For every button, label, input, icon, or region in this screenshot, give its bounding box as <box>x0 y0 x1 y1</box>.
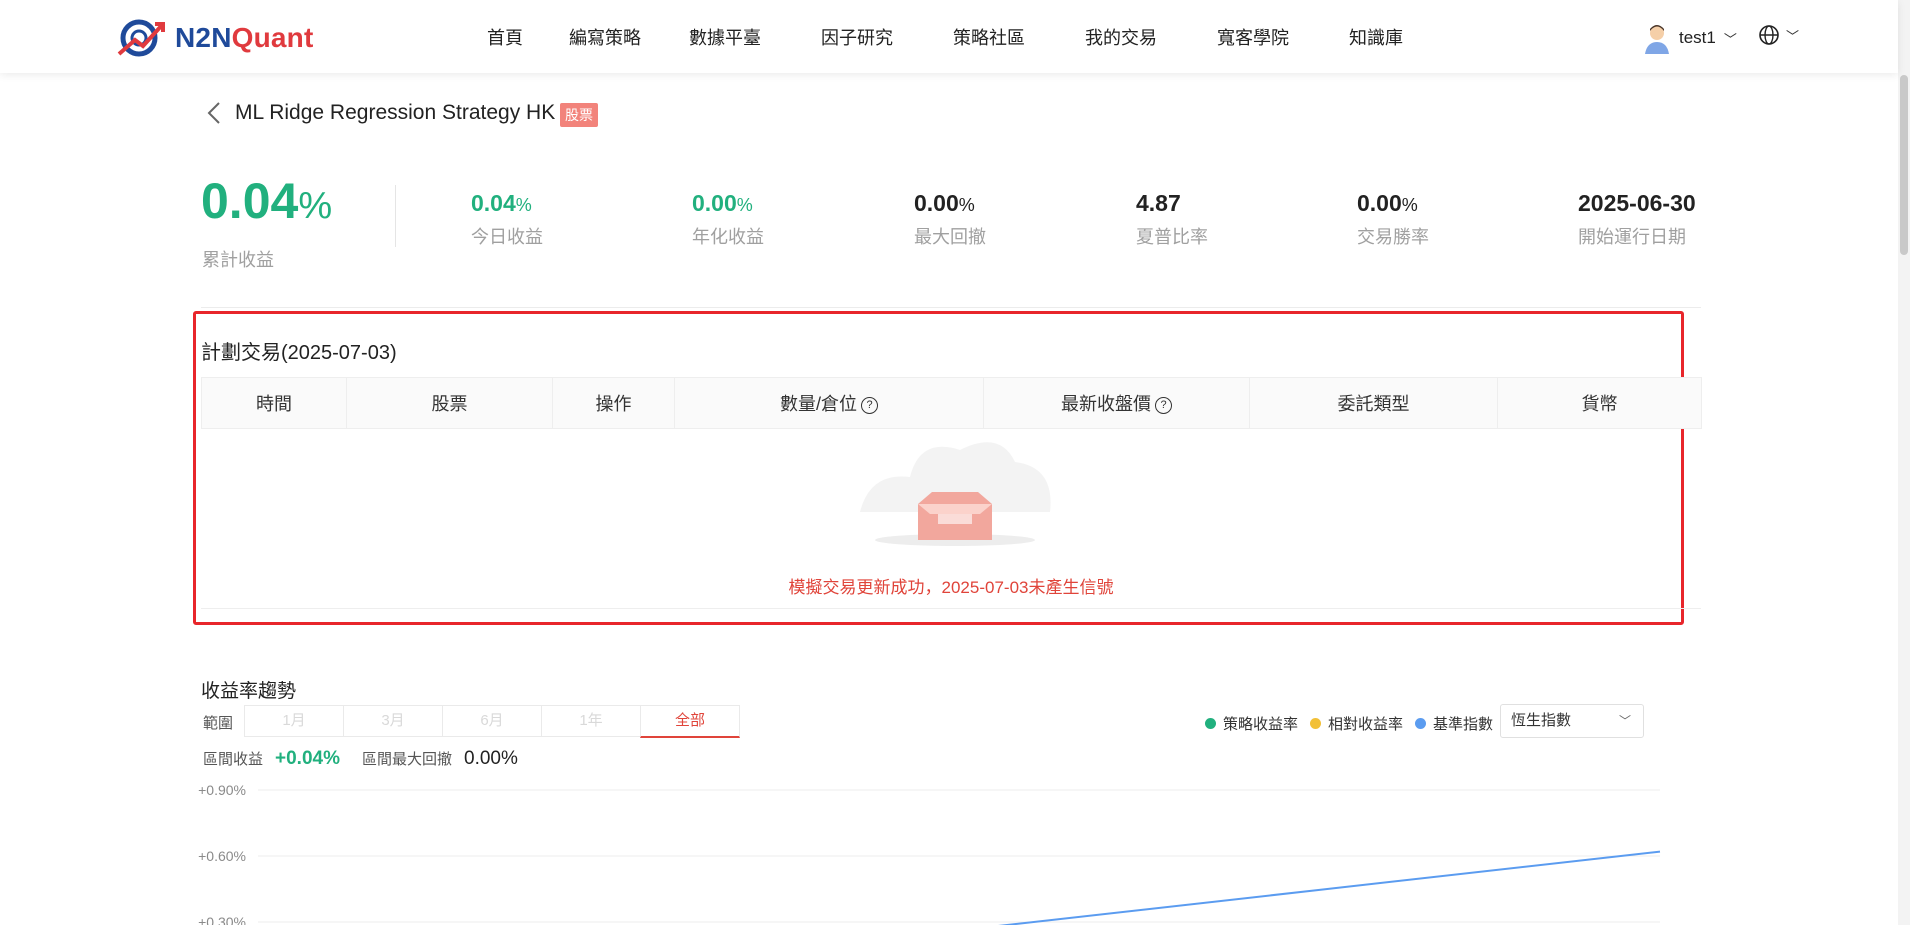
metric-today-return: 0.04% 今日收益 <box>471 190 543 249</box>
cumulative-return-unit: % <box>298 185 333 227</box>
asset-type-tag: 股票 <box>560 103 598 127</box>
metric-value: 0.00% <box>1357 190 1418 216</box>
planned-trades-table: 時間 股票 操作 數量/倉位? 最新收盤價? 委託類型 貨幣 <box>201 377 1702 429</box>
main-nav: 首頁 編寫策略 數據平臺 因子研究 策略社區 我的交易 寬客學院 知識庫 <box>487 24 1403 50</box>
col-stock: 股票 <box>346 377 553 429</box>
interval-return-label: 區間收益 <box>203 751 264 768</box>
empty-box-icon <box>860 442 1051 546</box>
logo-text: N2NQuant <box>175 22 314 54</box>
legend-strategy-return[interactable]: 策略收益率 <box>1205 713 1298 734</box>
benchmark-select[interactable]: 恆生指數 ﹀ <box>1500 704 1644 738</box>
y-tick-label: +0.60% <box>198 848 246 864</box>
col-currency: 貨幣 <box>1497 377 1702 429</box>
metric-label: 開始運行日期 <box>1578 227 1686 247</box>
empty-state-message: 模擬交易更新成功，2025-07-03未產生信號 <box>788 578 1114 597</box>
table-header-row: 時間 股票 操作 數量/倉位? 最新收盤價? 委託類型 貨幣 <box>201 377 1702 429</box>
range-tab-3m[interactable]: 3月 <box>343 705 443 737</box>
nav-my-trades[interactable]: 我的交易 <box>1085 24 1157 50</box>
legend-benchmark[interactable]: 基準指數 <box>1415 713 1493 734</box>
nav-data-platform[interactable]: 數據平臺 <box>689 24 761 50</box>
user-name: test1 <box>1679 28 1716 47</box>
logo-icon <box>117 19 165 57</box>
metric-start-date: 2025-06-30 開始運行日期 <box>1578 190 1696 249</box>
logo-text-n2n: N2N <box>175 22 232 53</box>
metric-value: 2025-06-30 <box>1578 190 1696 216</box>
metrics-divider <box>395 185 396 247</box>
interval-drawdown-value: 0.00% <box>464 748 518 769</box>
metric-value: 0.00% <box>914 190 975 216</box>
col-time: 時間 <box>201 377 347 429</box>
legend-relative-return[interactable]: 相對收益率 <box>1310 713 1403 734</box>
return-trend-chart: +0.90% +0.60% +0.30% <box>198 782 1661 925</box>
metric-win-rate: 0.00% 交易勝率 <box>1357 190 1429 249</box>
nav-quant-academy[interactable]: 寬客學院 <box>1217 24 1289 50</box>
strategy-title: ML Ridge Regression Strategy HK <box>235 101 556 124</box>
chevron-down-icon: ﹀ <box>1618 714 1631 728</box>
y-tick-label: +0.90% <box>198 782 246 798</box>
top-navbar: N2NQuant 首頁 編寫策略 數據平臺 因子研究 策略社區 我的交易 寬客學… <box>0 0 1898 73</box>
range-tab-all[interactable]: 全部 <box>640 705 740 738</box>
y-tick-label: +0.30% <box>198 914 246 925</box>
interval-return-value: +0.04% <box>275 748 340 769</box>
avatar <box>1645 25 1669 54</box>
metric-value: 0.00% <box>692 190 753 216</box>
globe-icon <box>1759 25 1779 45</box>
logo[interactable]: N2NQuant <box>115 16 314 60</box>
language-switcher[interactable]: ﹀ <box>1758 24 1799 46</box>
cumulative-return-number: 0.04 <box>201 173 299 229</box>
benchmark-select-value: 恆生指數 <box>1511 712 1572 729</box>
col-last-close: 最新收盤價? <box>983 377 1250 429</box>
metric-sharpe-ratio: 4.87 夏普比率 <box>1136 190 1208 249</box>
metric-label: 夏普比率 <box>1136 227 1208 247</box>
col-order-type: 委託類型 <box>1249 377 1498 429</box>
metric-value: 0.04% <box>471 190 532 216</box>
chevron-down-icon: ﹀ <box>1786 28 1800 44</box>
range-tab-1m[interactable]: 1月 <box>244 705 344 737</box>
cumulative-return-value: 0.04% <box>201 172 332 230</box>
help-icon[interactable]: ? <box>861 396 878 414</box>
metric-value: 4.87 <box>1136 190 1181 216</box>
metric-max-drawdown: 0.00% 最大回撤 <box>914 190 986 249</box>
metric-label: 交易勝率 <box>1357 227 1429 247</box>
section-divider <box>201 307 1701 308</box>
series-line-benchmark <box>998 850 1661 925</box>
metric-label: 今日收益 <box>471 227 543 247</box>
range-tab-1y[interactable]: 1年 <box>541 705 641 737</box>
nav-factor-research[interactable]: 因子研究 <box>821 24 893 50</box>
metric-label: 最大回撤 <box>914 227 986 247</box>
help-icon[interactable]: ? <box>1155 396 1172 414</box>
back-arrow-icon[interactable] <box>204 100 226 126</box>
range-tabs: 1月 3月 6月 1年 全部 <box>244 705 740 738</box>
logo-text-quant: Quant <box>231 22 314 53</box>
planned-trades-title: 計劃交易(2025-07-03) <box>201 342 397 364</box>
chart-legend: 策略收益率 相對收益率 基準指數 <box>1205 713 1505 734</box>
range-tab-6m[interactable]: 6月 <box>442 705 542 737</box>
metric-annual-return: 0.00% 年化收益 <box>692 190 764 249</box>
nav-home[interactable]: 首頁 <box>487 24 523 50</box>
col-quantity: 數量/倉位? <box>674 377 984 429</box>
col-action: 操作 <box>552 377 675 429</box>
scrollbar-thumb[interactable] <box>1900 75 1908 255</box>
range-label: 範圍 <box>203 715 234 732</box>
chevron-down-icon: ﹀ <box>1723 31 1737 47</box>
return-trend-title: 收益率趨勢 <box>201 681 297 702</box>
legend-dot <box>1310 718 1322 729</box>
interval-drawdown-label: 區間最大回撤 <box>362 751 453 768</box>
nav-write-strategy[interactable]: 編寫策略 <box>569 24 641 50</box>
user-menu[interactable]: test1 ﹀ <box>1643 22 1737 54</box>
page-scrollbar[interactable] <box>1898 0 1910 925</box>
cumulative-return-label: 累計收益 <box>202 250 274 270</box>
range-stats: 區間收益 +0.04% 區間最大回撤 0.00% <box>203 748 518 770</box>
metric-label: 年化收益 <box>692 227 764 247</box>
legend-dot <box>1205 718 1216 729</box>
nav-knowledge-base[interactable]: 知識庫 <box>1349 24 1403 50</box>
nav-strategy-community[interactable]: 策略社區 <box>953 24 1025 50</box>
legend-dot <box>1415 718 1427 729</box>
